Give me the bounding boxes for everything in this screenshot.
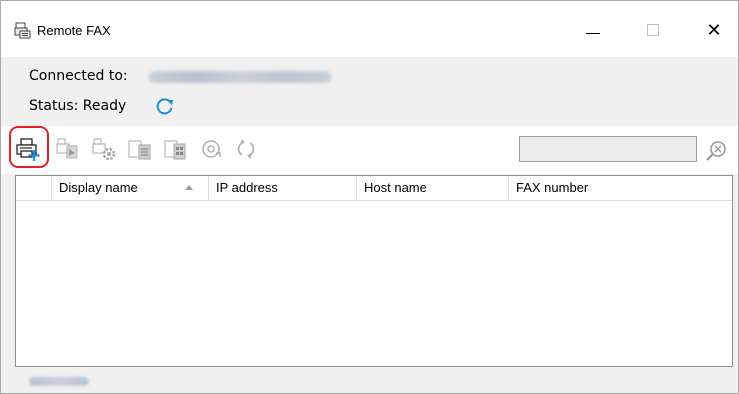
status-refresh-icon[interactable] (155, 96, 175, 116)
search-input[interactable] (519, 136, 697, 162)
title-bar: Remote FAX ✕ (1, 1, 738, 57)
app-fax-icon (14, 22, 31, 39)
remote-fax-window: Remote FAX ✕ Connected to: Status: Ready (0, 0, 739, 394)
version-label-redacted (29, 377, 89, 386)
search-clear-icon[interactable] (704, 138, 730, 164)
minimize-button[interactable] (581, 19, 605, 41)
column-header-ip-address[interactable]: IP address (209, 176, 357, 200)
fax-list-icon[interactable] (127, 136, 153, 162)
window-title: Remote FAX (37, 23, 111, 38)
column-header-fax-number[interactable]: FAX number (509, 176, 732, 200)
status-line: Status: Ready (29, 98, 126, 114)
column-header-host-name[interactable]: Host name (357, 176, 509, 200)
fax-log-icon[interactable] (163, 136, 189, 162)
close-button[interactable]: ✕ (702, 19, 726, 41)
connected-to-label: Connected to: (29, 68, 128, 84)
printer-settings-icon[interactable] (91, 136, 117, 162)
column-header-select[interactable] (16, 176, 52, 200)
add-printer-icon[interactable] (15, 136, 41, 162)
table-header: Display name IP address Host name FAX nu… (16, 176, 732, 201)
column-label: Display name (59, 180, 138, 195)
maximize-icon (647, 24, 659, 36)
connected-device-name-redacted (149, 71, 331, 83)
close-icon: ✕ (706, 20, 722, 40)
edit-printer-icon[interactable] (55, 136, 81, 162)
printer-list[interactable]: Display name IP address Host name FAX nu… (15, 175, 733, 367)
maximize-button[interactable] (641, 19, 665, 41)
minimize-icon (586, 33, 600, 34)
column-header-display-name[interactable]: Display name (52, 176, 209, 200)
sort-ascending-icon (185, 185, 193, 190)
status-value: Ready (82, 98, 127, 114)
refresh-icon[interactable] (233, 136, 259, 162)
status-label: Status: (29, 98, 79, 114)
toolbar (1, 125, 738, 174)
import-icon[interactable] (199, 136, 225, 162)
